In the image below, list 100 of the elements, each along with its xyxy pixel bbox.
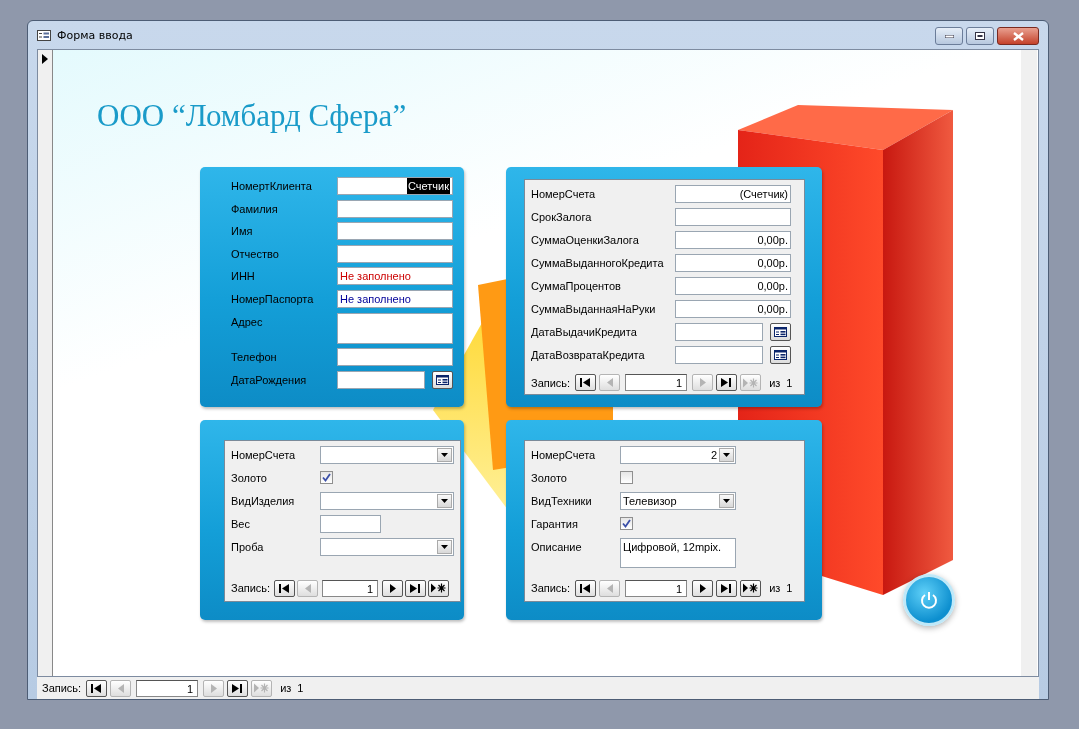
record-nav-button[interactable] [382,579,404,597]
new-record-icon [431,583,447,593]
field-label: НомерСчета [531,187,597,202]
close-button[interactable] [997,27,1039,45]
field-label: Золото [531,471,568,486]
text-field[interactable] [320,515,381,533]
field-label: ИНН [231,269,256,285]
form-icon [774,327,787,337]
text-field[interactable]: 0,00р. [675,300,791,318]
field-label: ВидТехники [531,494,593,509]
record-total: 1 [786,582,793,594]
field-label: СрокЗалога [531,210,593,225]
text-field[interactable] [337,222,453,241]
combo-box[interactable] [320,538,454,556]
next-record-icon [699,378,706,387]
form-icon [37,29,51,41]
record-nav-button[interactable] [428,579,450,597]
record-nav-button[interactable] [716,579,738,597]
record-number-field[interactable]: 1 [625,374,688,391]
text-field[interactable]: 0,00р. [675,231,791,249]
previous-record-icon [606,583,613,593]
date-picker-button[interactable] [770,346,791,364]
combo-box[interactable]: 2 [620,446,736,464]
power-icon [919,590,939,610]
record-number-field[interactable]: 1 [136,679,199,697]
previous-record-icon [606,378,613,387]
record-nav-button[interactable] [692,579,714,597]
text-field[interactable]: Не заполнено [337,267,453,286]
current-record-icon [42,54,48,64]
memo-field[interactable] [337,312,453,344]
checkbox[interactable] [320,471,333,484]
text-field[interactable]: (Счетчик) [675,185,791,203]
record-of-label: из [769,376,781,389]
field-label: ДатаРождения [231,372,308,388]
form-icon [436,374,449,385]
vertical-scrollbar[interactable] [1021,50,1037,676]
record-selector[interactable] [38,50,53,676]
text-field[interactable] [337,348,453,367]
combo-box[interactable] [320,492,454,510]
next-record-icon [699,583,706,593]
date-field[interactable] [675,323,763,341]
window-title: Форма ввода [57,28,133,42]
form-icon [774,350,787,360]
combo-box[interactable] [320,446,454,464]
field-label: СуммаОценкиЗалога [531,233,640,248]
field-label: Фамилия [231,201,279,217]
text-field[interactable] [337,244,453,263]
record-nav-button[interactable] [575,579,597,597]
record-number-field[interactable]: 1 [322,579,379,597]
checkbox[interactable] [620,471,633,484]
field-label: Гарантия [531,517,579,532]
new-record-icon [743,377,759,388]
power-button[interactable] [903,574,955,626]
date-field[interactable] [337,370,425,389]
field-label: Отчество [231,246,280,262]
record-number-field[interactable]: 1 [625,579,688,597]
memo-field[interactable]: Цифровой, 12mpix. [620,538,736,568]
first-record-icon [91,683,103,693]
new-record-icon [743,583,759,593]
date-field[interactable] [675,346,763,364]
text-field[interactable] [337,199,453,218]
field-label: ВидИзделия [231,494,296,509]
record-nav-button[interactable] [740,579,762,597]
record-nav-button[interactable] [716,374,738,391]
record-of-label: из [769,582,781,594]
text-field[interactable]: Не заполнено [337,289,453,308]
text-field[interactable]: 0,00р. [675,277,791,295]
text-field[interactable]: 0,00р. [675,254,791,272]
date-picker-button[interactable] [770,323,791,341]
record-nav-button[interactable] [575,374,597,391]
date-picker-button[interactable] [432,370,453,389]
last-record-icon [232,683,244,693]
restore-icon [975,32,985,40]
first-record-icon [580,583,592,593]
checkbox[interactable] [620,517,633,530]
restore-button[interactable] [966,27,994,45]
field-label: СуммаВыданнаяНаРуки [531,302,657,317]
last-record-icon [410,583,422,593]
dropdown-arrow-icon [441,453,448,457]
text-field[interactable] [675,208,791,226]
next-record-icon [389,583,396,593]
field-label: Проба [231,540,265,555]
record-nav-button[interactable] [86,679,108,697]
text-field[interactable]: Счетчик [337,177,453,195]
field-label: НомертКлиента [231,179,313,194]
combo-box[interactable]: Телевизор [620,492,736,510]
minimize-button[interactable] [935,27,963,45]
record-nav-button[interactable] [227,679,249,697]
record-label: Запись: [42,682,82,694]
last-record-icon [721,378,733,387]
last-record-icon [721,583,733,593]
field-label: Вес [231,517,251,532]
dropdown-arrow-icon [723,499,730,503]
previous-record-icon [304,583,311,593]
field-label: НомерПаспорта [231,291,315,307]
record-nav-button[interactable] [405,579,427,597]
record-of-label: из [280,682,292,694]
previous-record-icon [117,683,124,693]
first-record-icon [279,583,291,593]
record-nav-button[interactable] [274,579,296,597]
